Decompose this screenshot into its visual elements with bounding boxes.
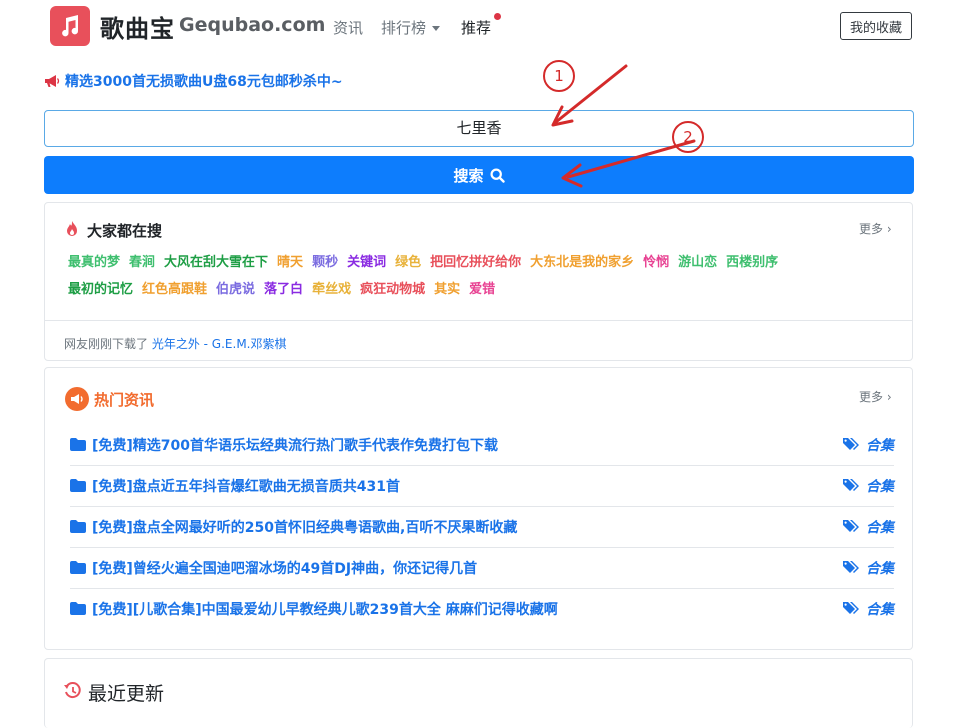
annotation-arrow-2	[561, 139, 696, 188]
annotation-step-2: 2	[672, 121, 704, 153]
annotation-overlay	[551, 64, 696, 188]
annotation-step-1: 1	[543, 60, 575, 92]
